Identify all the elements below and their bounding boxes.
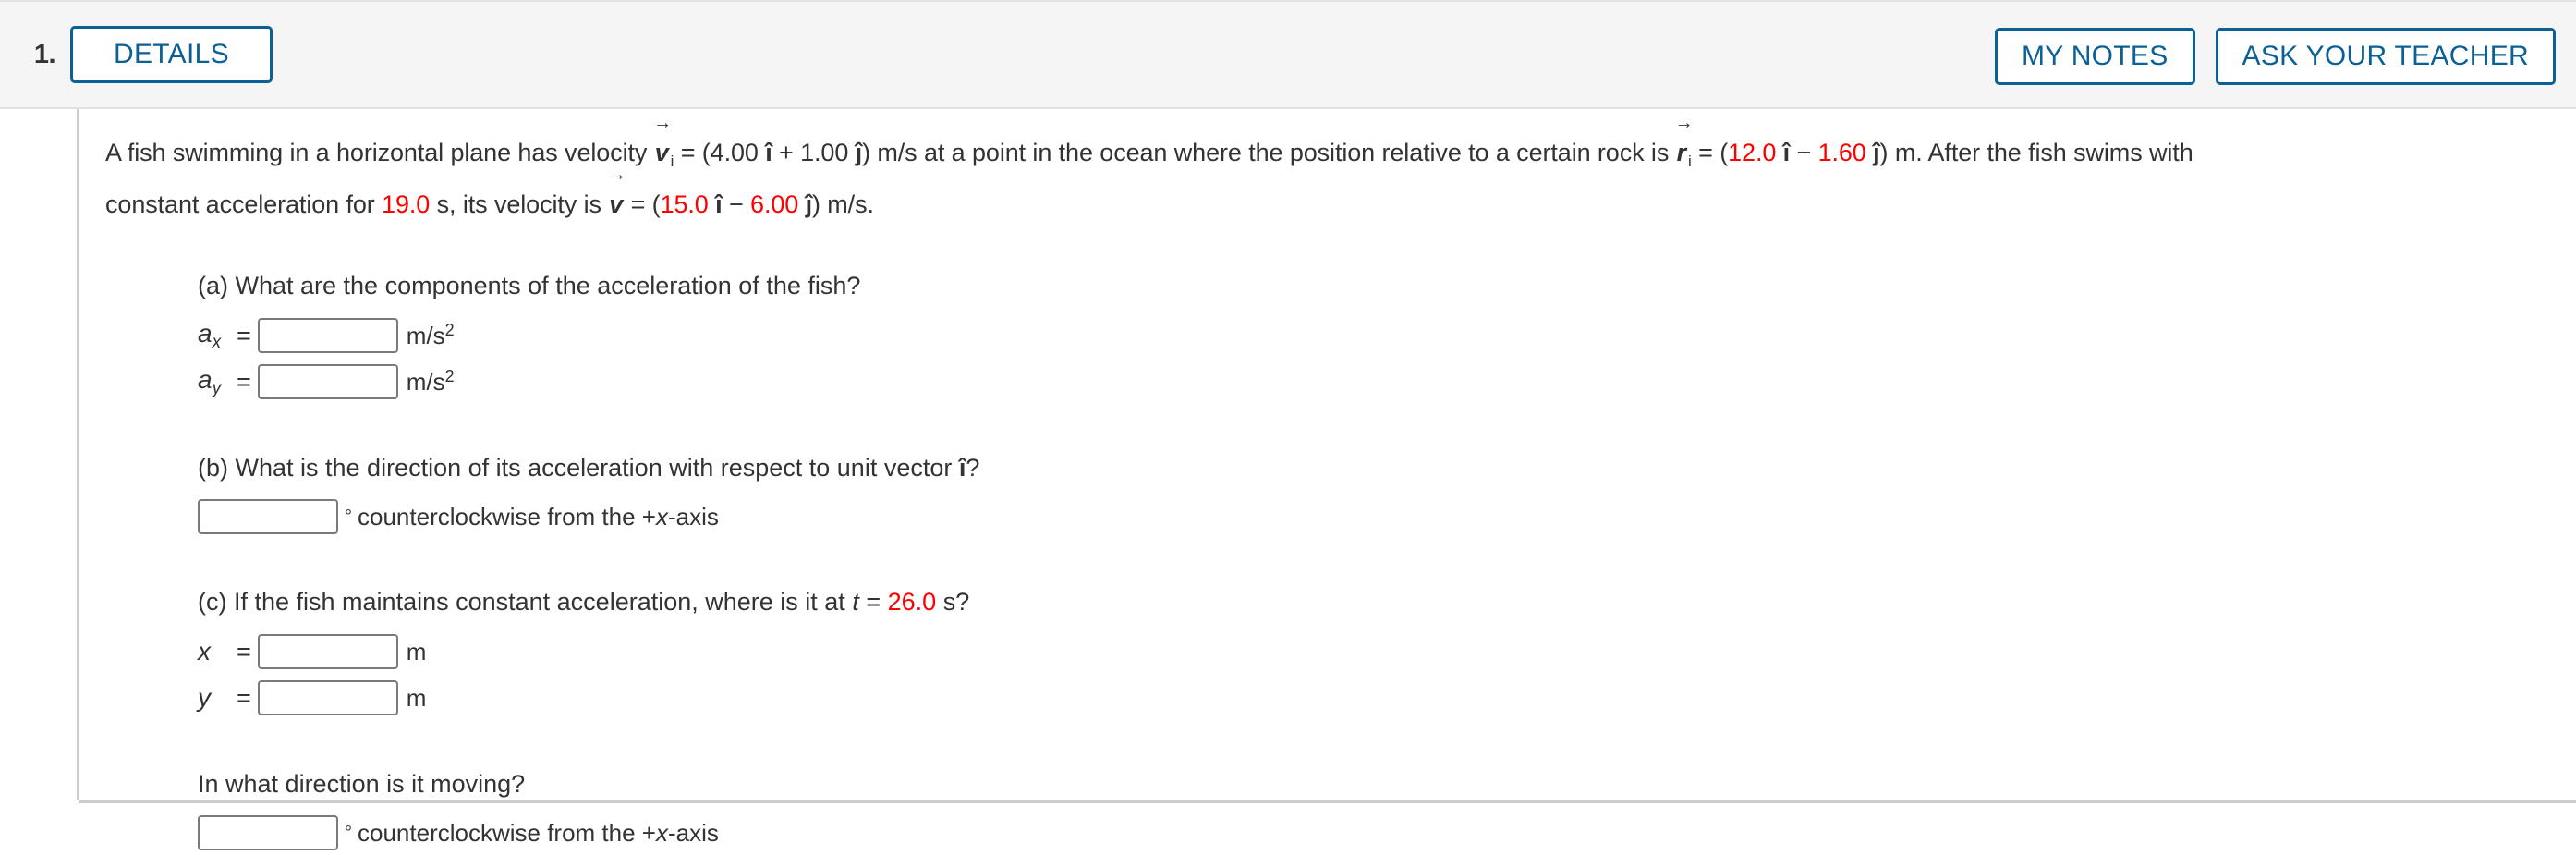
left-gutter-rail <box>0 109 79 800</box>
stem-text-9: s, its velocity is <box>430 190 609 218</box>
my-notes-button[interactable]: MY NOTES <box>1995 28 2195 85</box>
unit-a-x: m/s2 <box>406 321 455 349</box>
unit-y: m <box>406 683 427 712</box>
stem-text-7: ) m. After the fish swims with <box>1879 139 2193 166</box>
unit-a-y: m/s2 <box>406 367 455 396</box>
vector-arrow-icon: → <box>653 113 672 133</box>
input-acceleration-direction[interactable] <box>198 499 338 534</box>
part-b-question: (b) What is the direction of its acceler… <box>198 454 980 482</box>
position-y-value: 1.60 <box>1817 139 1866 166</box>
ask-your-teacher-button[interactable]: ASK YOUR TEACHER <box>2215 28 2556 85</box>
vector-arrow-icon: → <box>1674 113 1694 133</box>
label-a-y: ay <box>198 364 222 398</box>
input-acceleration-x[interactable] <box>257 318 398 353</box>
input-position-x[interactable] <box>257 634 398 669</box>
part-c-row-x: x = m <box>198 629 2576 675</box>
label-y: y <box>198 683 211 712</box>
header-action-buttons: MY NOTES ASK YOUR TEACHER <box>1995 2 2556 111</box>
part-b-suffix: counterclockwise from the +x-axis <box>358 502 719 531</box>
equals-sign: = <box>237 683 251 712</box>
i-hat-unit-vector: î <box>715 190 723 218</box>
question-body: A fish swimming in a horizontal plane ha… <box>79 109 2576 855</box>
part-b-answer-row: ° counterclockwise from the +x-axis <box>198 495 2576 539</box>
position-x-value: 12.0 <box>1728 139 1777 166</box>
equals-sign: = <box>237 637 251 666</box>
input-acceleration-y[interactable] <box>257 364 398 399</box>
elapsed-time-value: 19.0 <box>382 190 431 218</box>
question-content-area: A fish swimming in a horizontal plane ha… <box>0 109 2576 850</box>
label-x: x <box>198 637 211 666</box>
details-button[interactable]: DETAILS <box>70 26 273 83</box>
position-initial-vector-symbol: → r <box>1674 113 1694 166</box>
stem-text-3: + 1.00 <box>772 139 856 166</box>
part-d-suffix: counterclockwise from the +x-axis <box>358 818 719 847</box>
stem-text-6: − <box>1790 139 1818 166</box>
part-c-row-y: y = m <box>198 675 2576 721</box>
part-a: (a) What are the components of the accel… <box>198 267 2576 855</box>
problem-statement: A fish swimming in a horizontal plane ha… <box>105 113 2545 226</box>
part-d-answer-row: ° counterclockwise from the +x-axis <box>198 811 2576 855</box>
j-hat-unit-vector: ĵ <box>855 139 863 166</box>
equals-sign: = <box>237 367 251 396</box>
stem-text-12: ) m/s. <box>812 190 874 218</box>
stem-text-10: = ( <box>624 190 661 218</box>
degree-symbol: ° <box>345 822 352 843</box>
input-position-y[interactable] <box>257 680 398 715</box>
question-header-bar: 1. DETAILS MY NOTES ASK YOUR TEACHER <box>0 0 2576 109</box>
j-hat-unit-vector: ĵ <box>1873 139 1880 166</box>
stem-text-2: = (4.00 <box>674 139 766 166</box>
part-a-row-ay: ay = m/s2 <box>198 359 2576 405</box>
velocity-final-x-value: 15.0 <box>660 190 709 218</box>
stem-text-8: constant acceleration for <box>105 190 383 218</box>
vector-arrow-icon: → <box>607 165 626 185</box>
stem-text-4: ) m/s at a point in the ocean where the … <box>862 139 1676 166</box>
j-hat-unit-vector: ĵ <box>805 190 813 218</box>
part-c-question: (c) If the fish maintains constant accel… <box>198 588 970 616</box>
stem-text-11: − <box>722 190 751 218</box>
velocity-initial-vector-symbol: → v <box>653 113 672 166</box>
part-a-question: (a) What are the components of the accel… <box>198 272 861 299</box>
i-hat-unit-vector: î <box>765 139 772 166</box>
time-variable: t <box>852 588 859 616</box>
question-number: 1. <box>33 39 56 69</box>
label-a-x: ax <box>198 318 222 352</box>
part-d-question: In what direction is it moving? <box>198 770 526 798</box>
part-a-row-ax: ax = m/s2 <box>198 312 2576 359</box>
velocity-final-vector-symbol: → v <box>607 165 626 218</box>
unit-x: m <box>406 637 427 666</box>
i-hat-unit-vector: î <box>1782 139 1791 166</box>
equals-sign: = <box>237 321 251 349</box>
stem-text-5: = ( <box>1691 139 1729 166</box>
part-c-time-value: 26.0 <box>887 588 937 616</box>
velocity-final-y-value: 6.00 <box>750 190 799 218</box>
degree-symbol: ° <box>345 506 352 527</box>
input-velocity-direction[interactable] <box>198 815 338 850</box>
stem-text-1: A fish swimming in a horizontal plane ha… <box>105 139 654 166</box>
